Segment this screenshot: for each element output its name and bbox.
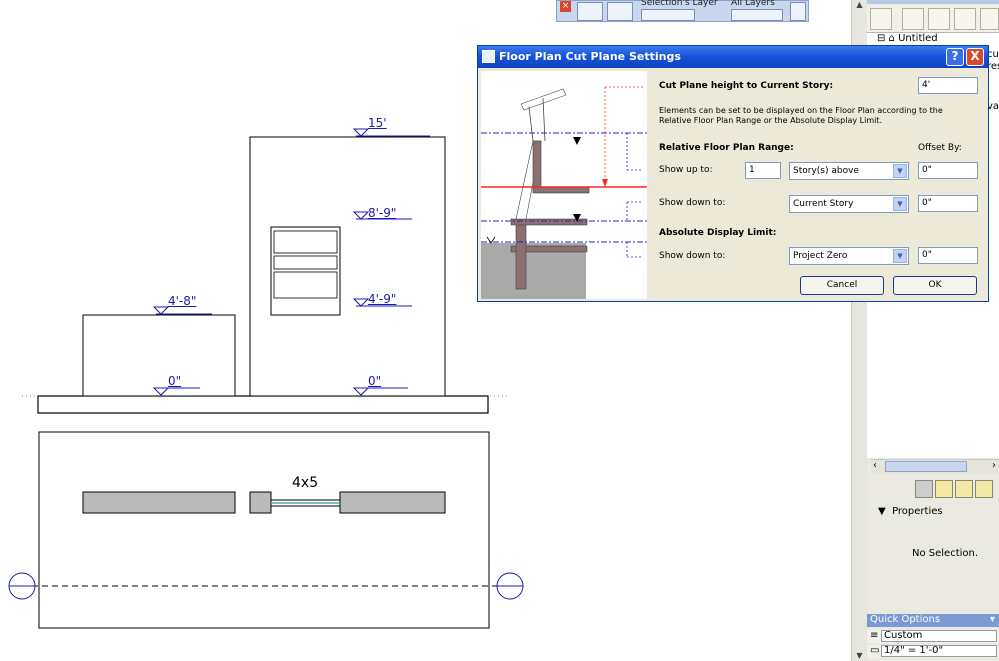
undo-icon[interactable]	[790, 2, 806, 21]
scroll-left-icon[interactable]: ‹	[873, 460, 877, 471]
app-icon	[482, 50, 495, 63]
scroll-right-icon[interactable]: ›	[992, 460, 996, 471]
scale-select[interactable]: 1/4" = 1'-0"	[881, 645, 997, 657]
cut-plane-label: Cut Plane height to Current Story:	[659, 81, 834, 91]
chevron-down-icon[interactable]: ▼	[893, 164, 907, 178]
level-label: 4'-8"	[168, 294, 197, 308]
show-down-to-label: Show down to:	[659, 198, 726, 208]
abs-offset-input[interactable]: 0"	[918, 247, 978, 264]
level-label: 4'-9"	[368, 292, 397, 306]
cut-plane-illustration	[481, 71, 647, 299]
scroll-down-icon[interactable]: ▼	[854, 651, 865, 661]
down-offset-input[interactable]: 0"	[918, 195, 978, 212]
scale-icon: ▭	[870, 645, 880, 656]
property-toolbar	[871, 478, 999, 502]
level-label: 15'	[368, 116, 387, 130]
view-settings-icon[interactable]	[975, 480, 993, 498]
chevron-down-icon[interactable]: ▼	[893, 197, 907, 211]
stories-above-input[interactable]: 1	[745, 162, 781, 179]
layer-toolbar: × Selection's Layer All Layers	[556, 0, 809, 22]
dialog-titlebar[interactable]: Floor Plan Cut Plane Settings ? X	[478, 46, 988, 68]
horizontal-scrollbar[interactable]: ‹ ›	[871, 459, 999, 474]
absolute-limit-select[interactable]: Project Zero ▼	[789, 247, 909, 265]
all-layer-buttons[interactable]	[731, 9, 783, 21]
dialog-description: Elements can be set to be displayed on t…	[659, 106, 943, 125]
navigator-toolbar	[867, 5, 999, 32]
navigator-header	[867, 0, 999, 4]
publisher-icon[interactable]	[980, 8, 999, 30]
level-label: 0"	[168, 374, 182, 388]
layer-combination-row: ≡ Custom	[867, 630, 999, 643]
plan-walls	[82, 491, 446, 514]
toolbar-group-label: Selection's Layer	[641, 0, 718, 8]
level-label: 0"	[368, 374, 382, 388]
navigator-map-icon[interactable]	[870, 8, 892, 30]
scroll-thumb[interactable]	[885, 461, 967, 472]
show-up-to-label: Show up to:	[659, 165, 713, 175]
scroll-up-icon[interactable]: ▲	[854, 0, 865, 10]
help-button[interactable]: ?	[946, 48, 964, 66]
abs-show-down-to-label: Show down to:	[659, 251, 726, 261]
show-up-to-select[interactable]: Story(s) above ▼	[789, 162, 909, 180]
low-building	[82, 314, 236, 397]
cut-plane-height-input[interactable]: 4'	[918, 77, 978, 94]
folder-settings-icon[interactable]	[955, 480, 973, 498]
chevron-down-icon[interactable]: ▾	[990, 614, 995, 625]
settings-icon[interactable]	[935, 480, 953, 498]
cut-plane-dialog: Floor Plan Cut Plane Settings ? X Cut Pl…	[477, 45, 989, 302]
tree-item-untitled[interactable]: ⊟ ⌂ Untitled	[877, 33, 938, 44]
foundation-slab	[37, 395, 489, 414]
scale-row: ▭ 1/4" = 1'-0"	[867, 645, 999, 658]
offset-by-label: Offset By:	[918, 143, 962, 153]
layer-combination-select[interactable]: Custom	[881, 630, 997, 642]
layout-icon[interactable]	[954, 8, 976, 30]
layer-settings-icon[interactable]	[915, 480, 933, 498]
absolute-limit-heading: Absolute Display Limit:	[659, 228, 777, 238]
cancel-button[interactable]: Cancel	[800, 276, 884, 295]
layer-combination-icon: ≡	[870, 630, 879, 641]
eye-icon[interactable]	[577, 2, 603, 21]
lock-icon[interactable]	[607, 2, 633, 21]
show-down-to-select[interactable]: Current Story ▼	[789, 195, 909, 213]
toolbar-group-label: All Layers	[731, 0, 775, 8]
layer-buttons[interactable]	[641, 9, 695, 21]
up-offset-input[interactable]: 0"	[918, 162, 978, 179]
no-selection-text: No Selection.	[912, 548, 979, 559]
folder-icon[interactable]	[928, 8, 950, 30]
ok-button[interactable]: OK	[893, 276, 977, 295]
level-label: 8'-9"	[368, 206, 397, 220]
elevation-window	[270, 226, 341, 316]
dialog-title: Floor Plan Cut Plane Settings	[499, 50, 681, 63]
close-icon[interactable]: ×	[560, 1, 571, 12]
chevron-down-icon[interactable]: ▼	[893, 249, 907, 263]
window-label: 4x5	[292, 475, 319, 491]
home-icon[interactable]	[902, 8, 924, 30]
close-button[interactable]: X	[966, 48, 984, 66]
relative-range-heading: Relative Floor Plan Range:	[659, 143, 794, 153]
quick-options-header[interactable]: Quick Options ▾	[867, 614, 999, 627]
floor-plan-outline	[38, 431, 490, 629]
properties-header[interactable]: ▼ Properties	[878, 506, 943, 517]
